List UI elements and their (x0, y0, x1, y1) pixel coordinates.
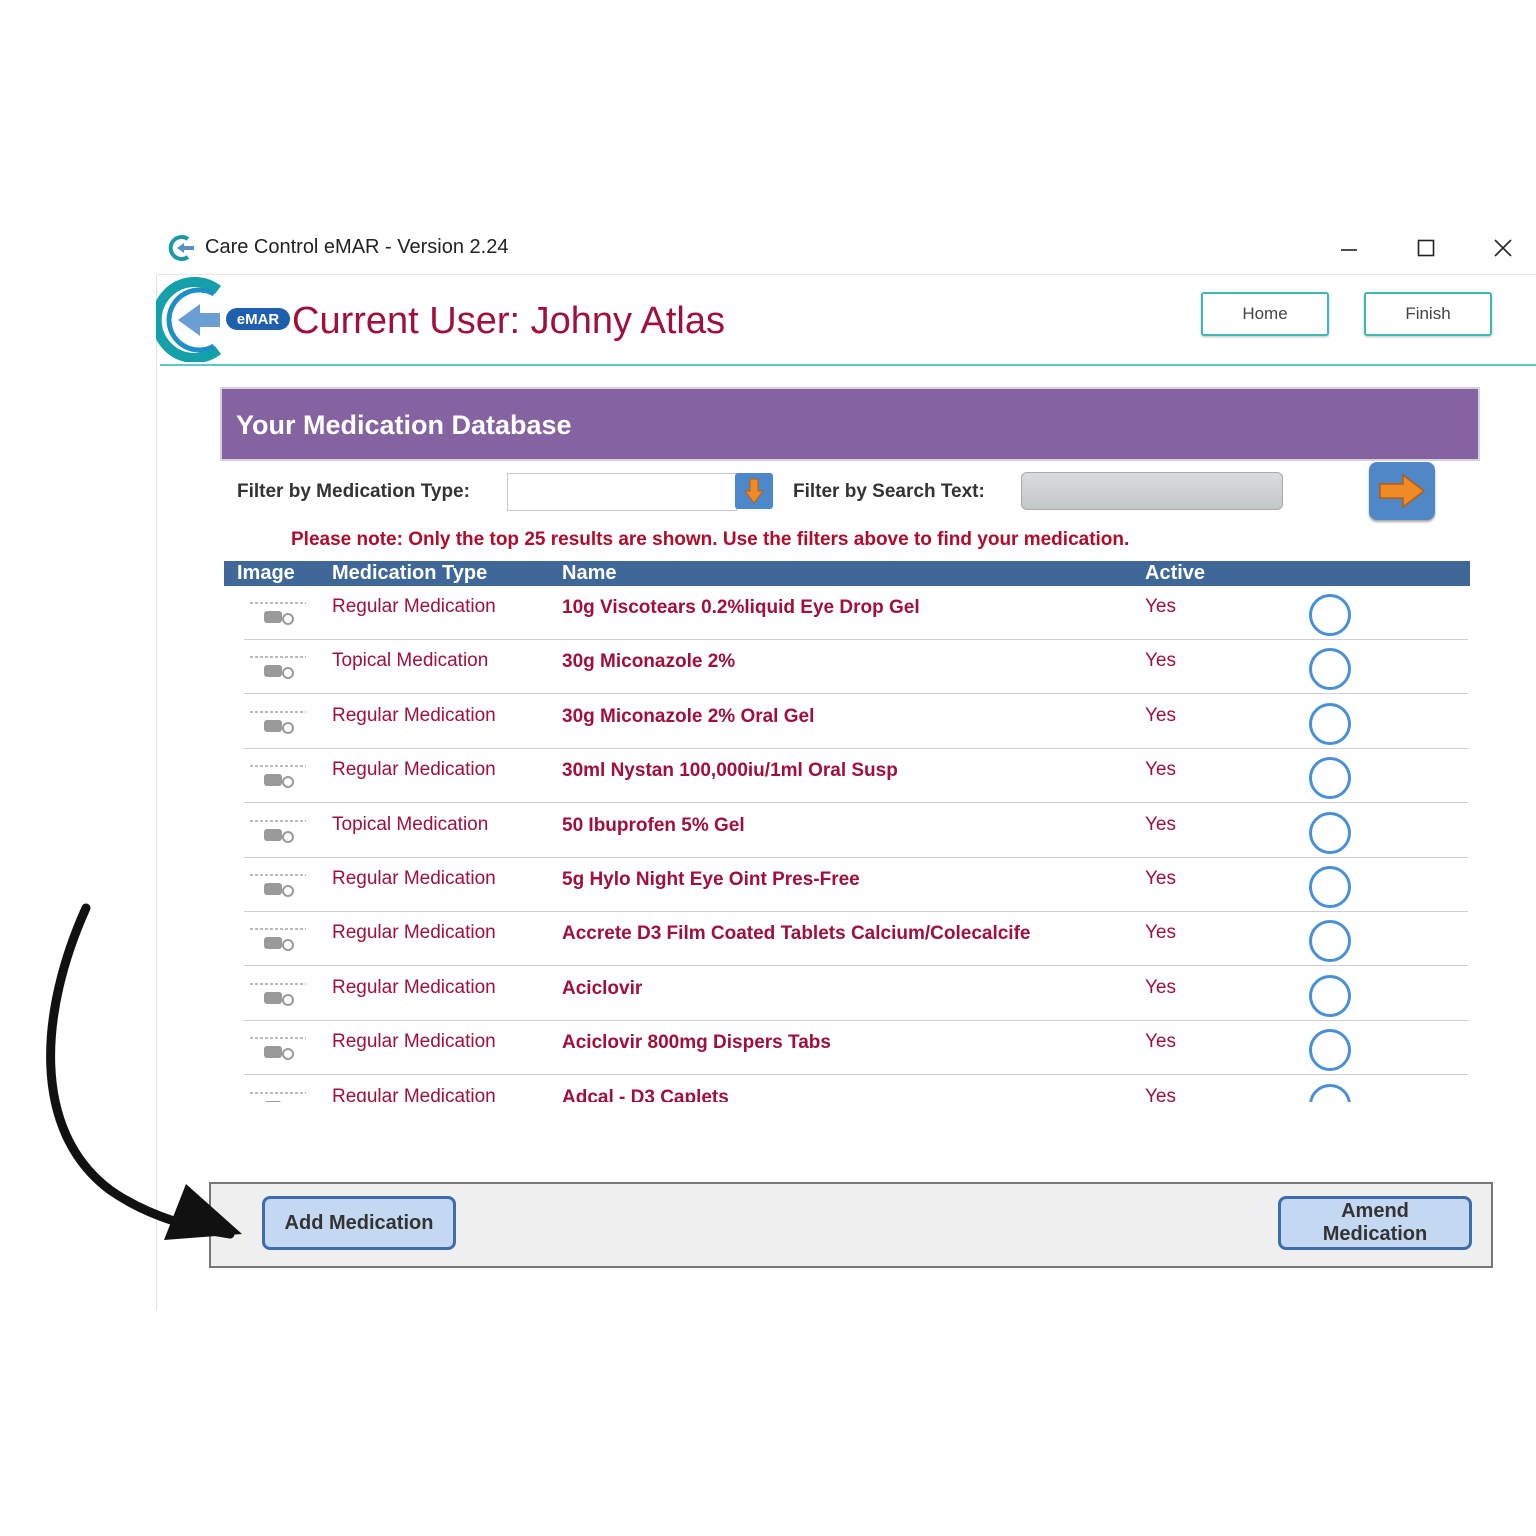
curved-arrow-icon (46, 903, 242, 1240)
search-input[interactable] (1021, 472, 1283, 510)
search-filter-label: Filter by Search Text: (793, 481, 985, 502)
medication-type-cell: Regular Medication (332, 596, 496, 617)
column-header-image: Image (237, 562, 295, 584)
maximize-button[interactable] (1409, 232, 1443, 264)
medication-name-cell: 30g Miconazole 2% Oral Gel (562, 705, 815, 727)
emar-logo: eMAR (156, 277, 290, 362)
medication-placeholder-icon (250, 710, 306, 734)
titlebar-divider (157, 274, 1536, 275)
table-row[interactable]: Regular Medication Aciclovir Yes (224, 967, 1470, 1021)
finish-button[interactable]: Finish (1364, 292, 1492, 336)
active-cell: Yes (1145, 759, 1176, 781)
active-cell: Yes (1145, 976, 1176, 998)
active-cell: Yes (1145, 813, 1176, 835)
right-arrow-icon (1379, 473, 1426, 509)
close-button[interactable] (1486, 232, 1520, 264)
medication-name-cell: 5g Hylo Night Eye Oint Pres-Free (562, 869, 860, 890)
active-cell: Yes (1145, 650, 1176, 672)
table-row[interactable]: Regular Medication Adcal - D3 Caplets Yes (224, 1076, 1470, 1102)
row-select-radio[interactable] (1309, 757, 1351, 800)
table-row[interactable]: Regular Medication 30ml Nystan 100,000iu/… (224, 749, 1470, 804)
row-select-radio[interactable] (1309, 974, 1351, 1017)
medication-type-cell: Regular Medication (332, 976, 496, 998)
medication-name-cell: 10g Viscotears 0.2%liquid Eye Drop Gel (562, 597, 920, 618)
active-cell: Yes (1145, 868, 1176, 889)
medication-table: Regular Medication 10g Viscotears 0.2%liq… (224, 586, 1470, 1102)
column-header-active: Active (1145, 562, 1206, 584)
app-logo-icon (168, 235, 194, 261)
row-select-radio[interactable] (1309, 702, 1351, 745)
column-header-name: Name (562, 562, 617, 584)
type-filter-select[interactable] (507, 473, 737, 511)
medication-type-cell: Topical Medication (332, 813, 489, 835)
active-cell: Yes (1145, 704, 1176, 726)
medication-placeholder-icon (250, 819, 306, 843)
medication-type-cell: Regular Medication (332, 868, 496, 889)
medication-placeholder-icon (250, 874, 306, 897)
medication-placeholder-icon (250, 765, 306, 789)
current-user-label: Current User: Johny Atlas (292, 300, 725, 342)
header-divider (160, 364, 1536, 366)
medication-type-cell: Regular Medication (332, 922, 496, 944)
table-row[interactable]: Regular Medication Aciclovir 800mg Disper… (224, 1021, 1470, 1076)
type-filter-dropdown-button[interactable] (735, 473, 773, 509)
medication-name-cell: 50 Ibuprofen 5% Gel (562, 814, 745, 836)
row-select-radio[interactable] (1309, 1029, 1351, 1072)
window-title: Care Control eMAR - Version 2.24 (205, 236, 509, 258)
active-cell: Yes (1145, 1085, 1176, 1102)
table-row[interactable]: Regular Medication 10g Viscotears 0.2%liq… (224, 586, 1470, 640)
maximize-icon (1417, 239, 1435, 257)
active-cell: Yes (1145, 1031, 1176, 1053)
table-row[interactable]: Regular Medication Accrete D3 Film Coated… (224, 912, 1470, 967)
medication-name-cell: Aciclovir (562, 977, 643, 999)
medication-name-cell: Accrete D3 Film Coated Tablets Calcium/C… (562, 923, 1031, 945)
search-go-button[interactable] (1369, 462, 1435, 520)
type-filter-label: Filter by Medication Type: (237, 481, 470, 502)
down-arrow-icon (744, 478, 764, 504)
table-row[interactable]: Topical Medication 30g Miconazole 2% Yes (224, 640, 1470, 695)
logo-badge-text: eMAR (237, 311, 280, 328)
medication-name-cell: Adcal - D3 Caplets (562, 1086, 729, 1102)
home-button[interactable]: Home (1201, 292, 1329, 336)
table-row[interactable]: Topical Medication 50 Ibuprofen 5% Gel Yes (224, 804, 1470, 858)
medication-name-cell: 30ml Nystan 100,000iu/1ml Oral Susp (562, 760, 898, 782)
medication-type-cell: Regular Medication (332, 759, 496, 781)
minimize-button[interactable] (1332, 232, 1366, 264)
active-cell: Yes (1145, 922, 1176, 944)
results-notice: Please note: Only the top 25 results are… (291, 529, 1130, 550)
medication-type-cell: Regular Medication (332, 1031, 496, 1053)
row-select-radio[interactable] (1309, 866, 1351, 908)
medication-type-cell: Regular Medication (332, 704, 496, 726)
row-select-radio[interactable] (1309, 648, 1351, 691)
minimize-icon (1341, 249, 1357, 251)
database-title: Your Medication Database (236, 410, 572, 440)
column-header-medication-type: Medication Type (332, 562, 488, 584)
active-cell: Yes (1145, 596, 1176, 617)
close-icon (1494, 239, 1512, 257)
medication-type-cell: Topical Medication (332, 650, 489, 672)
row-select-radio[interactable] (1309, 920, 1351, 963)
medication-placeholder-icon (250, 656, 306, 680)
row-select-radio[interactable] (1309, 811, 1351, 854)
table-row[interactable]: Regular Medication 30g Miconazole 2% Oral… (224, 695, 1470, 749)
row-select-radio[interactable] (1309, 1083, 1351, 1102)
amend-medication-button[interactable]: Amend Medication (1278, 1196, 1472, 1250)
medication-name-cell: 30g Miconazole 2% (562, 651, 736, 673)
medication-placeholder-icon (250, 602, 306, 625)
row-select-radio[interactable] (1309, 594, 1351, 636)
medication-name-cell: Aciclovir 800mg Dispers Tabs (562, 1032, 831, 1054)
table-row[interactable]: Regular Medication 5g Hylo Night Eye Oint… (224, 858, 1470, 912)
medication-type-cell: Regular Medication (332, 1085, 496, 1102)
